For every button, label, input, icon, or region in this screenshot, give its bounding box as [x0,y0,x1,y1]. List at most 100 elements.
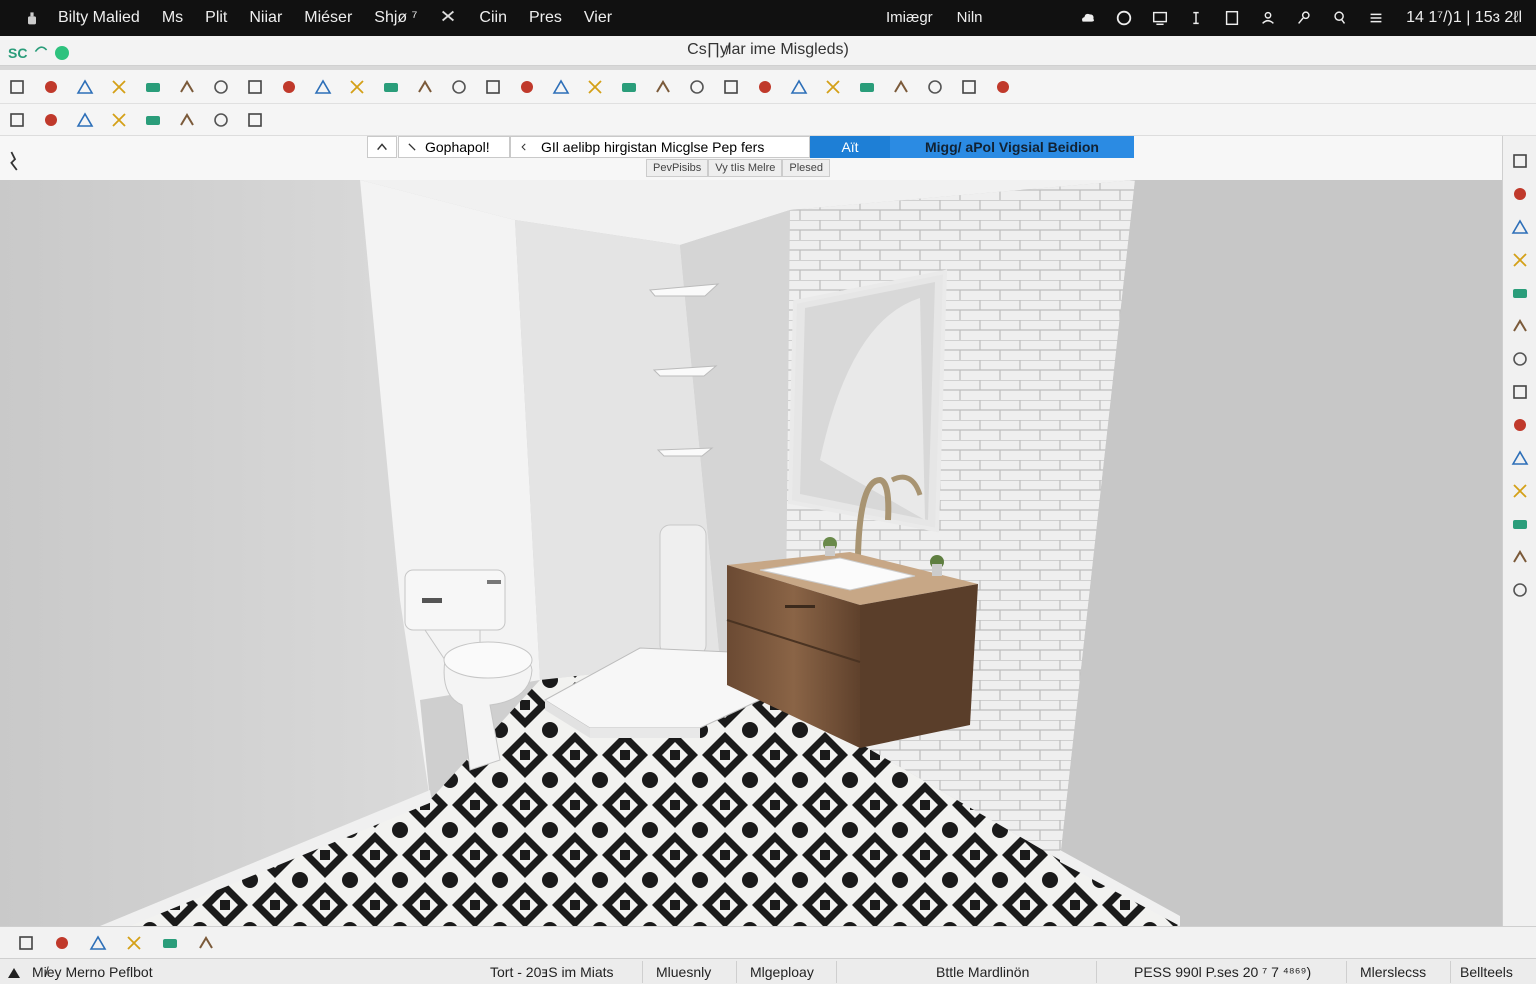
ss-icon[interactable] [12,930,40,956]
infinity-icon[interactable] [956,74,982,100]
scene-option-b[interactable]: GIl aelibp hirgistan Micglse Pep fers [510,136,810,158]
pencil-icon[interactable] [38,107,64,133]
menubar-center-item[interactable]: Niln [957,9,983,26]
tab-active[interactable]: Aït [810,136,890,158]
calculator-icon[interactable] [1507,346,1533,372]
document-icon[interactable] [242,74,268,100]
wand-icon[interactable] [752,74,778,100]
scene-option-b-label: GIl aelibp hirgistan Micglse Pep fers [541,139,765,155]
collapse-toggle[interactable] [367,136,397,158]
layout-icon[interactable] [38,74,64,100]
clock[interactable]: 14 1⁷/)1 | 15ɜ 2ℓl [1406,9,1522,27]
figure-icon[interactable] [174,107,200,133]
funnel-icon[interactable] [718,74,744,100]
circle-icon[interactable] [854,74,880,100]
eraser-icon[interactable] [4,107,30,133]
grid-icon[interactable] [276,74,302,100]
material-ball-icon[interactable] [72,74,98,100]
square-icon[interactable] [888,74,914,100]
subtab-3[interactable]: Plesed [782,159,831,177]
folder-icon[interactable] [84,930,112,956]
sub-square-icon[interactable] [242,107,268,133]
monitor-icon[interactable] [156,930,184,956]
window-icon[interactable] [1507,247,1533,273]
main-toolbar [0,70,1536,104]
triangle-icon[interactable] [820,74,846,100]
scene-options-bar: Gophapol! GIl aelibp hirgistan Micglse P… [0,136,1536,180]
image-swap-icon[interactable] [1507,511,1533,537]
menubar-center-item[interactable]: Imiægr [886,9,933,26]
color-swatch-icon[interactable] [140,74,166,100]
subtab-2[interactable]: Vy tIis Melre [708,159,783,177]
search-icon[interactable] [1330,8,1350,28]
pause-icon[interactable] [922,74,948,100]
magic-brush-icon[interactable] [1507,214,1533,240]
plant-icon[interactable] [344,74,370,100]
paint-roller-icon[interactable] [514,74,540,100]
search-icon[interactable] [192,930,220,956]
box-icon[interactable] [446,74,472,100]
menu-item-8[interactable]: Vier [584,9,612,27]
tab-visual[interactable]: Migg/ aPol Vigsial Beidion [890,136,1134,158]
circle-status-icon[interactable] [1114,8,1134,28]
menu-item-6[interactable]: Ciin [479,9,507,27]
minus-panel-icon[interactable] [1507,577,1533,603]
ruler-icon[interactable] [208,74,234,100]
undo-icon[interactable] [1507,148,1533,174]
lasso-icon[interactable] [1507,313,1533,339]
image-icon[interactable] [106,74,132,100]
frame-icon[interactable] [174,74,200,100]
display-icon[interactable] [48,930,76,956]
menu-scissors-icon[interactable] [439,7,457,30]
menu-item-4[interactable]: Miéser [304,9,352,27]
menu-item-3[interactable]: Niiar [249,9,282,27]
menu-item-1[interactable]: Ms [162,9,183,27]
status-settings[interactable]: Bellteels [1460,964,1513,980]
status-stats: PESS 990l P.ses 20 ⁷ 7 ⁴⁸⁶⁹) [1134,964,1312,980]
menu-item-7[interactable]: Pres [529,9,562,27]
text-cursor-icon[interactable] [1186,8,1206,28]
sidebar-toggle-icon[interactable] [4,74,30,100]
tag-icon[interactable] [480,74,506,100]
display-icon[interactable] [1150,8,1170,28]
brush-icon[interactable] [548,74,574,100]
tag-outline-icon[interactable] [72,107,98,133]
user-icon[interactable] [1258,8,1278,28]
chart-icon[interactable] [120,930,148,956]
menu-item-2[interactable]: Plit [205,9,227,27]
subtab-1[interactable]: PevPisibs [646,159,709,177]
menu-item-5[interactable]: Shjø ⁷ [374,9,417,27]
3d-viewport[interactable] [0,180,1502,926]
house-icon[interactable] [378,74,404,100]
diamond-icon[interactable] [1507,280,1533,306]
select-icon[interactable] [412,74,438,100]
stairs-icon[interactable] [684,74,710,100]
menu-list-icon[interactable] [1366,8,1386,28]
scene-option-a[interactable]: Gophapol! [398,136,510,158]
apple-icon[interactable] [22,8,42,28]
globe-icon[interactable] [310,74,336,100]
cloud-icon[interactable] [1078,8,1098,28]
panel-icon[interactable] [990,74,1016,100]
window-icon[interactable] [1222,8,1242,28]
mirror-icon[interactable] [650,74,676,100]
layers-icon[interactable] [1507,445,1533,471]
close-x-icon[interactable] [786,74,812,100]
eraser-icon[interactable] [1507,181,1533,207]
key-icon[interactable] [1294,8,1314,28]
status-messages[interactable]: Mlerslecss [1360,964,1426,980]
scene-option-a-label: Gophapol! [425,139,490,155]
bucket-icon[interactable] [616,74,642,100]
menu-item-app[interactable]: Bilty Malied [58,9,140,27]
chevron-left-icon [521,143,526,151]
status-divider [642,961,643,983]
code-icon[interactable] [1507,544,1533,570]
grid-edit-icon[interactable] [140,107,166,133]
cube-icon[interactable] [582,74,608,100]
settings-sliders-icon[interactable] [1507,478,1533,504]
tab-active-label: Aït [841,139,859,155]
line-icon[interactable] [208,107,234,133]
target-icon[interactable] [1507,379,1533,405]
table-icon[interactable] [106,107,132,133]
cross-tool-icon[interactable] [1507,412,1533,438]
